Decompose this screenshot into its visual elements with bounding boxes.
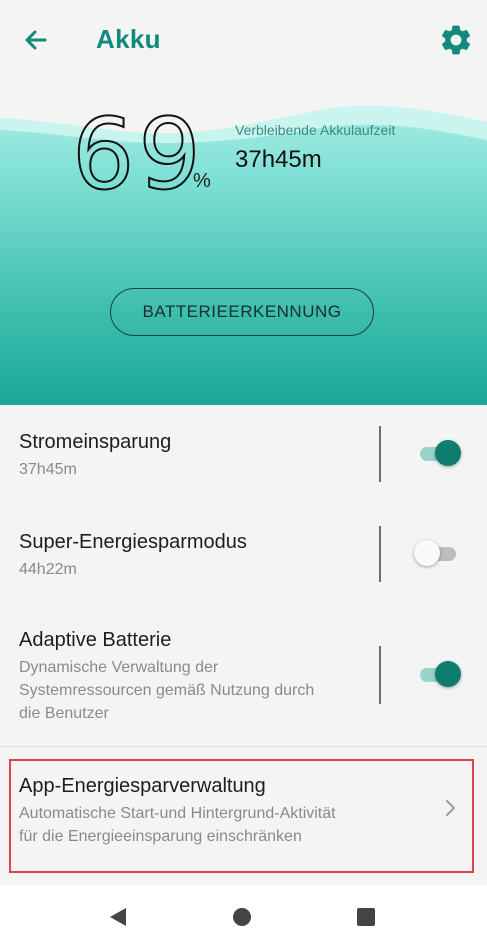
battery-percent: 69 <box>71 97 205 213</box>
adaptive-battery-sub-line: die Benutzer <box>19 705 109 722</box>
adaptive-battery-sub-line: Systemressourcen gemäß Nutzung durch <box>19 682 315 699</box>
adaptive-battery-sub-line: Dynamische Verwaltung der <box>19 659 219 676</box>
remaining-time-value: 37h45m <box>235 146 322 173</box>
back-button[interactable] <box>18 22 54 58</box>
adaptive-battery-label: Adaptive Batterie <box>19 629 172 651</box>
toggle-thumb <box>414 540 440 566</box>
triangle-back-icon <box>110 908 126 926</box>
nav-recents-button[interactable] <box>356 907 376 932</box>
gear-icon <box>441 25 471 55</box>
circle-home-icon <box>233 908 251 926</box>
settings-button[interactable] <box>438 22 474 58</box>
super-saving-sub: 44h22m <box>19 561 77 578</box>
page-title: Akku <box>96 24 161 54</box>
toggle-thumb <box>435 661 461 687</box>
highlight-box <box>9 759 474 873</box>
divider <box>379 426 381 482</box>
divider <box>379 526 381 582</box>
nav-back-button[interactable] <box>106 905 130 934</box>
battery-detection-button[interactable]: BATTERIEERKENNUNG <box>110 288 374 336</box>
arrow-back-icon <box>25 30 47 50</box>
power-saving-row[interactable]: Stromeinsparung 37h45m <box>0 405 487 505</box>
power-saving-toggle[interactable] <box>416 438 464 468</box>
adaptive-battery-row[interactable]: Adaptive Batterie Dynamische Verwaltung … <box>0 605 487 746</box>
super-saving-label: Super-Energiesparmodus <box>19 531 247 553</box>
super-saving-row[interactable]: Super-Energiesparmodus 44h22m <box>0 505 487 605</box>
square-recents-icon <box>357 908 375 926</box>
navigation-bar <box>0 885 487 948</box>
app-bar: Akku <box>0 0 487 80</box>
divider <box>379 646 381 704</box>
toggle-thumb <box>435 440 461 466</box>
adaptive-battery-sub: Dynamische Verwaltung der Systemressourc… <box>19 656 314 725</box>
nav-home-button[interactable] <box>232 907 252 932</box>
percent-sign: % <box>193 170 211 192</box>
remaining-time-label: Verbleibende Akkulaufzeit <box>235 122 396 138</box>
power-saving-sub: 37h45m <box>19 461 77 478</box>
super-saving-toggle[interactable] <box>414 538 464 568</box>
battery-hero: 69 % Verbleibende Akkulaufzeit 37h45m BA… <box>0 80 487 405</box>
adaptive-battery-toggle[interactable] <box>416 659 464 689</box>
power-saving-label: Stromeinsparung <box>19 431 172 453</box>
